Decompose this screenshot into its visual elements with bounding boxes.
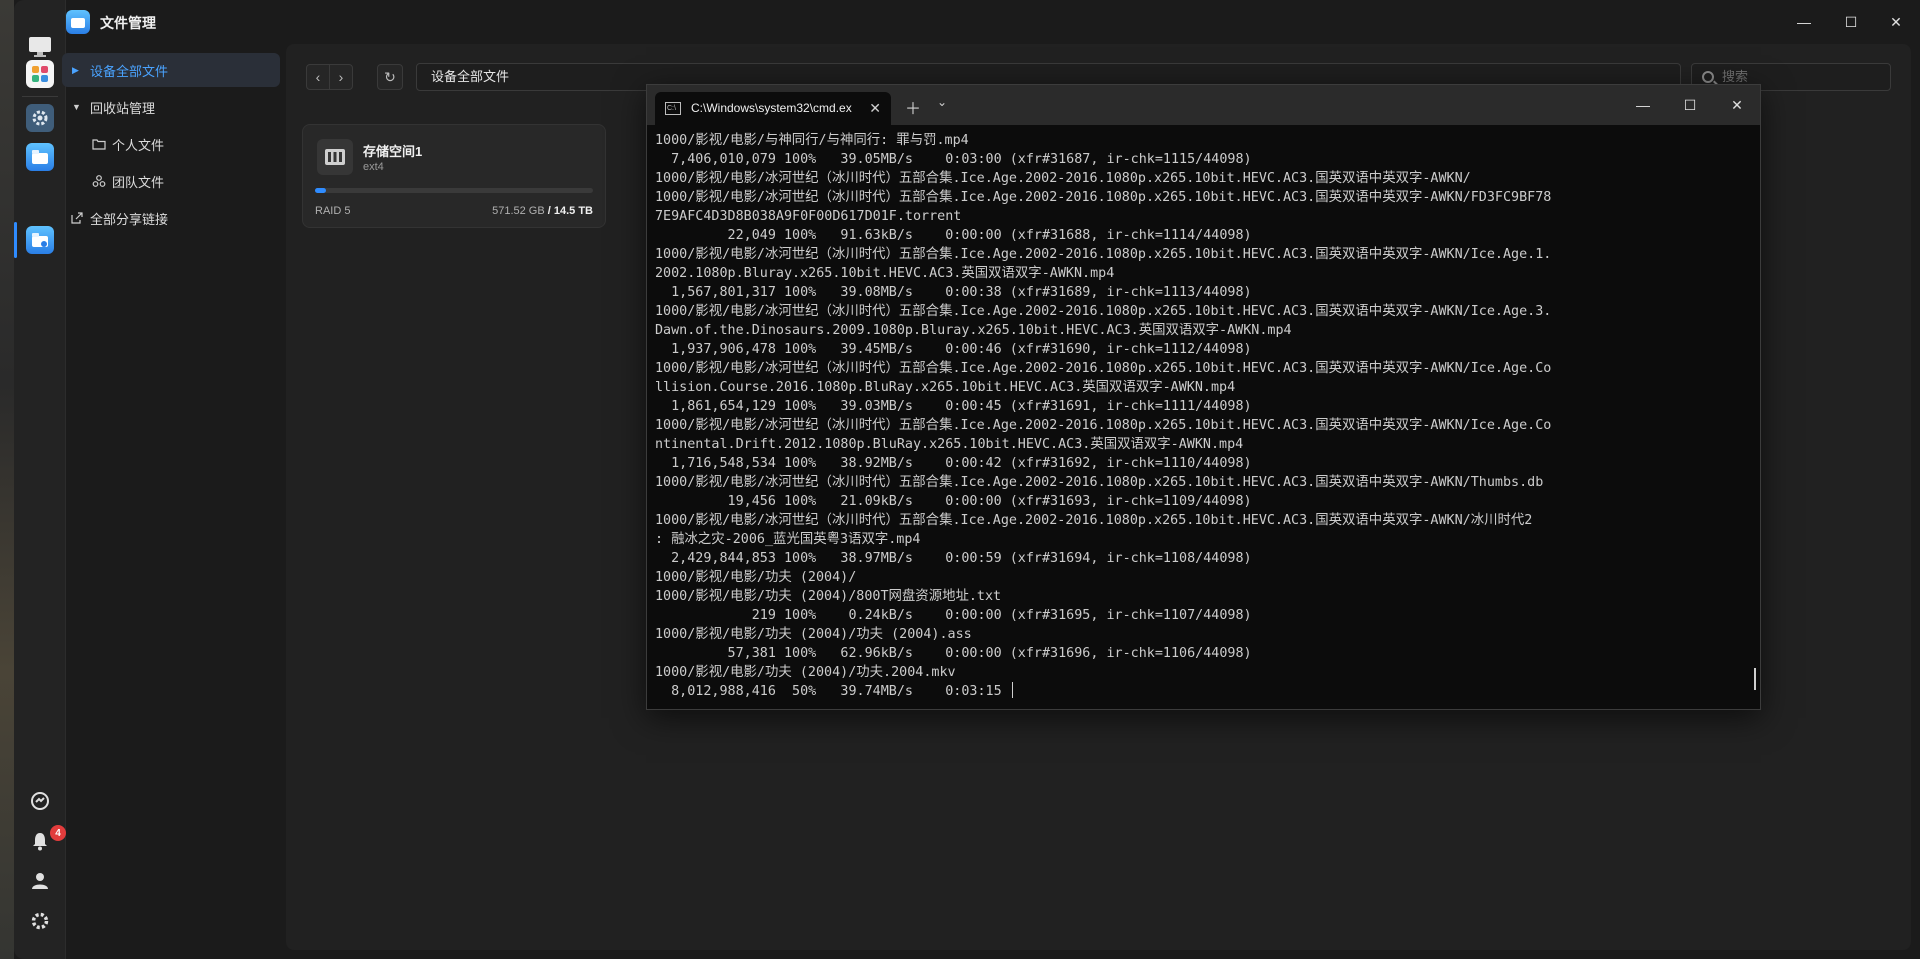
sidebar-item-label: 设备全部文件 xyxy=(90,63,169,79)
tab-close-icon[interactable]: ✕ xyxy=(869,92,881,125)
storage-card[interactable]: 存储空间1 ext4 RAID 5 571.52 GB / 14.5 TB xyxy=(302,124,606,228)
terminal-line: 1000/影视/电影/冰河世纪（冰川时代）五部合集.Ice.Age.2002-2… xyxy=(655,190,1552,205)
terminal-line: 1000/影视/电影/冰河世纪（冰川时代）五部合集.Ice.Age.2002-2… xyxy=(655,304,1552,319)
storage-name: 存储空间1 xyxy=(363,144,423,159)
terminal-line: 1000/影视/电影/与神同行/与神同行: 罪与罚.mp4 xyxy=(655,133,969,148)
terminal-line: 2,429,844,853 100% 38.97MB/s 0:00:59 (xf… xyxy=(655,551,1252,566)
terminal-line: llision.Course.2016.1080p.BluRay.x265.10… xyxy=(655,380,1236,395)
forward-button[interactable]: › xyxy=(329,64,353,90)
terminal-output[interactable]: 1000/影视/电影/与神同行/与神同行: 罪与罚.mp4 7,406,010,… xyxy=(655,131,1748,705)
terminal-line: 1000/影视/电影/功夫 (2004)/800T网盘资源地址.txt xyxy=(655,589,1002,604)
files-icon[interactable] xyxy=(26,143,54,171)
terminal-line: 1000/影视/电影/冰河世纪（冰川时代）五部合集.Ice.Age.2002-2… xyxy=(655,513,1533,528)
storage-total: / 14.5 TB xyxy=(547,205,593,217)
sidebar-item-recycle-bin[interactable]: ▼ 回收站管理 xyxy=(62,90,280,124)
dock-active-indicator xyxy=(14,222,17,258)
cmd-close-button[interactable]: ✕ xyxy=(1727,95,1747,115)
storage-icon xyxy=(317,139,353,175)
chevron-down-icon[interactable]: ⌄ xyxy=(937,95,947,109)
gear-icon[interactable] xyxy=(26,907,54,935)
app-center-icon[interactable] xyxy=(26,60,54,88)
user-icon[interactable] xyxy=(26,867,54,895)
terminal-line: 219 100% 0.24kB/s 0:00:00 (xfr#31695, ir… xyxy=(655,608,1252,623)
dock-divider xyxy=(22,96,58,97)
cmd-title-bar: C:\ C:\Windows\system32\cmd.ex ✕ ＋ ⌄ — ☐… xyxy=(647,85,1760,125)
terminal-line: 1000/影视/电影/冰河世纪（冰川时代）五部合集.Ice.Age.2002-2… xyxy=(655,475,1544,490)
terminal-line: 1000/影视/电影/冰河世纪（冰川时代）五部合集.Ice.Age.2002-2… xyxy=(655,361,1552,376)
sidebar-item-label: 团队文件 xyxy=(112,174,165,190)
refresh-button[interactable]: ↻ xyxy=(377,64,403,90)
terminal-line: Dawn.of.the.Dinosaurs.2009.1080p.Bluray.… xyxy=(655,323,1292,338)
caret-down-icon: ▼ xyxy=(72,102,81,112)
terminal-line: 2002.1080p.Bluray.x265.10bit.HEVC.AC3.英国… xyxy=(655,266,1115,281)
search-icon xyxy=(1702,71,1714,83)
left-dock: 4 xyxy=(14,0,66,959)
terminal-line: 1,937,906,478 100% 39.45MB/s 0:00:46 (xf… xyxy=(655,342,1252,357)
team-icon xyxy=(92,175,106,187)
storage-filesystem: ext4 xyxy=(363,161,384,173)
cmd-tab-title: C:\Windows\system32\cmd.ex xyxy=(691,101,852,115)
sidebar-item-label: 回收站管理 xyxy=(90,100,156,116)
sidebar-item-personal-files[interactable]: 个人文件 xyxy=(62,127,280,161)
cmd-minimize-button[interactable]: — xyxy=(1633,95,1653,115)
maximize-button[interactable]: ☐ xyxy=(1841,12,1861,32)
storage-raid: RAID 5 xyxy=(315,205,351,217)
terminal-line: 1000/影视/电影/功夫 (2004)/功夫.2004.mkv xyxy=(655,665,956,680)
terminal-line: 1000/影视/电影/功夫 (2004)/ xyxy=(655,570,857,585)
sidebar-item-label: 全部分享链接 xyxy=(90,211,169,227)
sidebar-item-label: 个人文件 xyxy=(112,137,165,153)
terminal-line: 1,861,654,129 100% 39.03MB/s 0:00:45 (xf… xyxy=(655,399,1252,414)
terminal-line: 1000/影视/电影/功夫 (2004)/功夫 (2004).ass xyxy=(655,627,972,642)
search-placeholder: 搜索 xyxy=(1722,69,1749,84)
sidebar: ▶ 设备全部文件 ▼ 回收站管理 个人文件 团队文件 全部分享链接 xyxy=(62,50,280,238)
storage-usage-bar xyxy=(315,188,593,193)
caret-right-icon: ▶ xyxy=(72,64,79,75)
folder-icon xyxy=(92,139,106,150)
storage-usage-fill xyxy=(315,188,327,193)
terminal-line: 8,012,988,416 50% 39.74MB/s 0:03:15 xyxy=(655,682,1748,701)
terminal-line: 19,456 100% 21.09kB/s 0:00:00 (xfr#31693… xyxy=(655,494,1252,509)
cmd-maximize-button[interactable]: ☐ xyxy=(1680,95,1700,115)
desktop-icon[interactable] xyxy=(26,33,54,61)
storage-usage: 571.52 GB / 14.5 TB xyxy=(492,205,593,217)
terminal-icon: C:\ xyxy=(665,102,681,115)
terminal-line: 1000/影视/电影/冰河世纪（冰川时代）五部合集.Ice.Age.2002-2… xyxy=(655,418,1552,433)
notification-badge: 4 xyxy=(50,825,66,841)
file-manager-icon[interactable] xyxy=(26,226,54,254)
sidebar-item-all-files[interactable]: ▶ 设备全部文件 xyxy=(62,53,280,87)
terminal-line: : 融冰之灾-2006_蓝光国英粤3语双字.mp4 xyxy=(655,532,921,547)
text-cursor xyxy=(1011,682,1013,698)
terminal-line: 57,381 100% 62.96kB/s 0:00:00 (xfr#31696… xyxy=(655,646,1252,661)
app-title: 文件管理 xyxy=(100,15,156,31)
share-icon xyxy=(71,212,83,224)
cmd-window: C:\ C:\Windows\system32\cmd.ex ✕ ＋ ⌄ — ☐… xyxy=(646,84,1761,710)
new-tab-button[interactable]: ＋ xyxy=(905,95,921,119)
terminal-line: 7E9AFC4D3D8B038A9F0F00D617D01F.torrent xyxy=(655,209,962,224)
back-button[interactable]: ‹ xyxy=(306,64,330,90)
app-logo-icon xyxy=(66,10,90,34)
terminal-scrollbar[interactable] xyxy=(1754,668,1756,690)
sidebar-item-team-files[interactable]: 团队文件 xyxy=(62,164,280,198)
close-button[interactable]: ✕ xyxy=(1886,12,1906,32)
terminal-line: ntinental.Drift.2012.1080p.BluRay.x265.1… xyxy=(655,437,1244,452)
cmd-tab[interactable]: C:\ C:\Windows\system32\cmd.ex ✕ xyxy=(655,92,891,125)
terminal-line: 22,049 100% 91.63kB/s 0:00:00 (xfr#31688… xyxy=(655,228,1252,243)
terminal-line: 1,716,548,534 100% 38.92MB/s 0:00:42 (xf… xyxy=(655,456,1252,471)
storage-used: 571.52 GB xyxy=(492,205,545,217)
terminal-line: 7,406,010,079 100% 39.05MB/s 0:03:00 (xf… xyxy=(655,152,1252,167)
settings-icon[interactable] xyxy=(26,104,54,132)
terminal-line: 1000/影视/电影/冰河世纪（冰川时代）五部合集.Ice.Age.2002-2… xyxy=(655,247,1552,262)
terminal-line: 1000/影视/电影/冰河世纪（冰川时代）五部合集.Ice.Age.2002-2… xyxy=(655,171,1471,186)
title-bar xyxy=(66,0,1920,44)
sidebar-item-share-links[interactable]: 全部分享链接 xyxy=(62,201,280,235)
terminal-line: 1,567,801,317 100% 39.08MB/s 0:00:38 (xf… xyxy=(655,285,1252,300)
update-icon[interactable] xyxy=(26,787,54,815)
minimize-button[interactable]: — xyxy=(1794,12,1814,32)
